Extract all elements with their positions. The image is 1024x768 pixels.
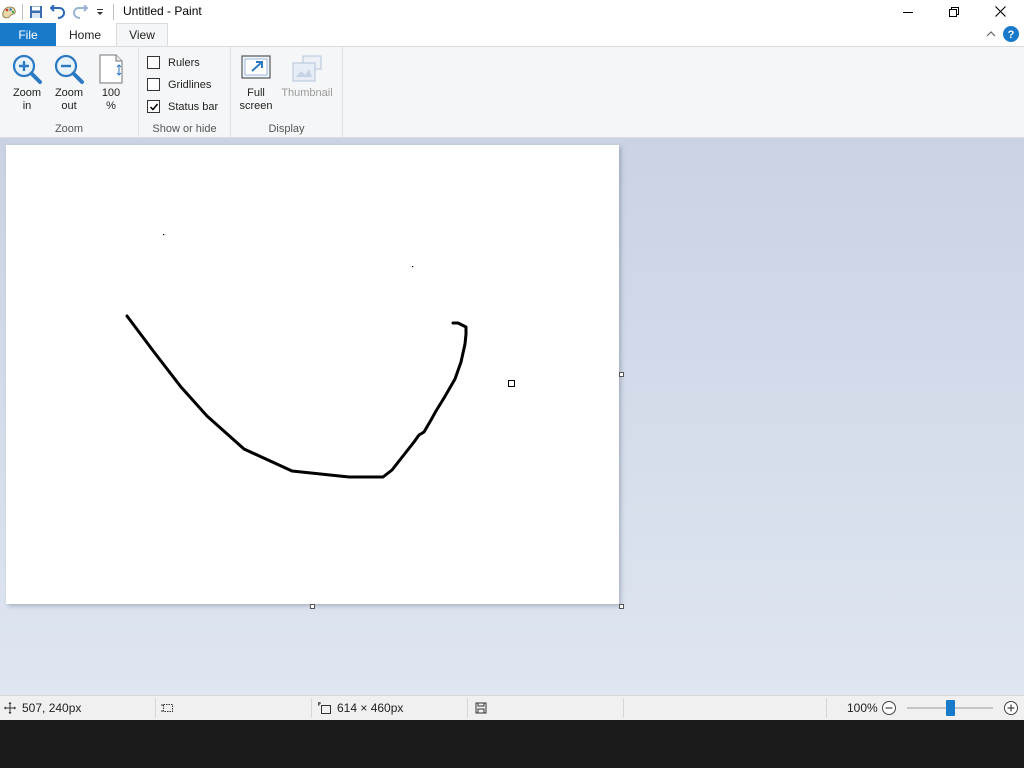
status-divider [155,698,156,718]
zoom-in-icon [12,54,42,84]
gridlines-label: Gridlines [168,78,212,91]
thumbnail-button[interactable]: Thumbnail [279,53,335,100]
tab-view[interactable]: View [116,23,168,46]
canvas-workspace [0,138,1024,695]
checkmark-icon [149,103,158,111]
status-divider [467,698,468,718]
rulers-checkbox-row[interactable]: Rulers [147,56,200,69]
thumbnail-label: Thumbnail [281,87,333,99]
title-bar: Untitled - Paint [0,0,1024,23]
zoom-out-status-button[interactable] [881,696,897,720]
ribbon-right-controls: ? [986,25,1020,43]
quick-access-toolbar [0,2,118,22]
cursor-position-text: 507, 240px [22,701,82,715]
collapse-ribbon-icon[interactable] [986,29,996,39]
zoom-in-label-2: in [22,100,32,112]
svg-text:?: ? [1008,29,1015,41]
restore-icon [949,6,959,17]
file-size-cell [475,696,487,720]
display-group: Full screen Thumbnail Display [231,47,343,137]
canvas-resize-handle-right[interactable] [619,372,624,377]
full-screen-button[interactable]: Full screen [237,53,275,113]
status-bar-checkbox-row[interactable]: Status bar [147,100,218,113]
zoom-level-text: 100% [847,701,878,715]
close-button[interactable] [977,0,1023,23]
tab-file[interactable]: File [0,23,56,46]
selection-size-icon [161,704,173,712]
taskbar [0,720,1024,768]
paint-app-icon[interactable] [0,3,18,21]
status-bar-checkbox[interactable] [147,100,160,113]
minus-circle-icon [882,701,896,715]
zoom-in-status-button[interactable] [1003,696,1019,720]
canvas-resize-handle-bottom[interactable] [310,604,315,609]
zoom-in-label-1: Zoom [12,87,42,99]
full-screen-label-2: screen [239,100,273,112]
plus-circle-icon [1004,701,1018,715]
zoom-out-label-2: out [61,100,77,112]
eraser-cursor [508,380,515,387]
window-title: Untitled - Paint [123,4,202,18]
stray-dot [163,234,165,236]
show-or-hide-group-label: Show or hide [152,123,217,135]
canvas-resize-handle-corner[interactable] [619,604,624,609]
zoom-out-label-1: Zoom [54,87,84,99]
status-divider [826,698,827,718]
toolbar-separator [113,4,114,20]
help-icon[interactable]: ? [1002,25,1020,43]
undo-icon[interactable] [49,3,67,21]
status-bar: 507, 240px 614 × 460px 100% [0,695,1024,720]
zoom-100-label-2: % [106,100,116,112]
zoom-slider-thumb[interactable] [946,700,955,716]
zoom-out-button[interactable]: Zoom out [52,53,86,113]
rulers-checkbox[interactable] [147,56,160,69]
ribbon-tabs: File Home View ? [0,23,1024,46]
close-icon [994,6,1006,17]
status-divider [311,698,312,718]
stray-dot [412,266,414,268]
status-divider [623,698,624,718]
cursor-position-icon [4,702,16,714]
tab-home[interactable]: Home [62,23,108,46]
display-group-label: Display [268,123,305,135]
redo-icon[interactable] [71,3,89,21]
toolbar-separator [22,4,23,20]
save-icon[interactable] [27,3,45,21]
zoom-group-label: Zoom [54,123,84,135]
selection-size-cell [161,696,180,720]
gridlines-checkbox-row[interactable]: Gridlines [147,78,211,91]
restore-button[interactable] [931,0,977,23]
customize-dropdown-icon[interactable] [91,3,109,21]
rulers-label: Rulers [168,56,200,69]
full-screen-icon [241,55,271,79]
zoom-out-icon [54,54,84,84]
cursor-position-cell: 507, 240px [4,696,81,720]
canvas-drawing [125,234,468,479]
ribbon-view-panel: Zoom in Zoom out 100% Zoom Rulers Gridli… [0,46,1024,138]
show-or-hide-group: Rulers Gridlines Status bar Show or hide [139,47,231,137]
image-size-text: 614 × 460px [337,701,404,715]
drawn-curve-stroke [125,314,468,479]
zoom-100-label-1: 100 [101,87,121,99]
drawing-canvas[interactable] [6,145,619,604]
zoom-group: Zoom in Zoom out 100% Zoom [0,47,139,137]
image-size-icon [318,702,331,714]
status-bar-label: Status bar [168,100,219,113]
zoom-in-button[interactable]: Zoom in [10,53,44,113]
full-screen-label-1: Full [247,87,265,99]
thumbnail-icon [292,55,322,82]
minimize-icon [903,11,913,13]
image-size-cell: 614 × 460px [318,696,403,720]
gridlines-checkbox[interactable] [147,78,160,91]
disk-icon [475,702,487,714]
zoom-100-button[interactable]: 100% [94,53,128,113]
page-icon [99,54,123,84]
minimize-button[interactable] [885,0,931,23]
